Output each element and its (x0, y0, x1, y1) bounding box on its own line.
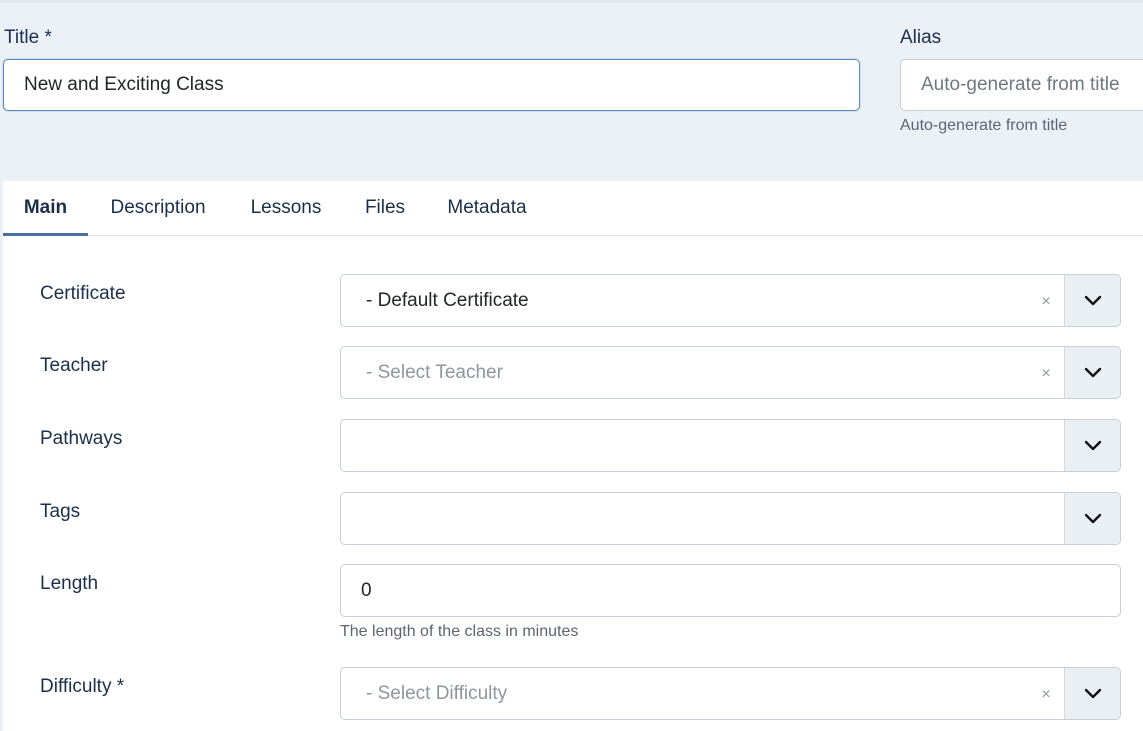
length-input[interactable] (340, 564, 1121, 617)
tab-metadata[interactable]: Metadata (439, 181, 535, 236)
tab-description[interactable]: Description (99, 181, 217, 236)
tags-select[interactable] (340, 492, 1121, 545)
dropdown-toggle[interactable] (1064, 668, 1120, 719)
clear-icon[interactable]: × (1036, 275, 1056, 326)
alias-input[interactable] (900, 59, 1143, 111)
tab-bar: Main Description Lessons Files Metadata (3, 181, 1143, 236)
pathways-select[interactable] (340, 419, 1121, 472)
top-strip (0, 0, 1143, 3)
dropdown-toggle[interactable] (1064, 275, 1120, 326)
pathways-label: Pathways (40, 428, 123, 449)
tab-lessons[interactable]: Lessons (241, 181, 331, 236)
certificate-label: Certificate (40, 283, 126, 304)
difficulty-placeholder: - Select Difficulty (366, 683, 508, 704)
form-panel: Main Description Lessons Files Metadata … (3, 181, 1143, 731)
teacher-label: Teacher (40, 355, 108, 376)
dropdown-toggle[interactable] (1064, 493, 1120, 544)
length-help-text: The length of the class in minutes (340, 623, 579, 640)
tags-label: Tags (40, 501, 81, 522)
certificate-select[interactable]: - Default Certificate × (340, 274, 1121, 327)
chevron-down-icon (1084, 367, 1102, 378)
clear-icon[interactable]: × (1036, 668, 1056, 719)
chevron-down-icon (1084, 688, 1102, 699)
tab-main[interactable]: Main (3, 181, 88, 236)
alias-help-text: Auto-generate from title (900, 117, 1068, 134)
chevron-down-icon (1084, 295, 1102, 306)
chevron-down-icon (1084, 440, 1102, 451)
tab-files[interactable]: Files (358, 181, 412, 236)
difficulty-label: Difficulty * (40, 676, 125, 697)
title-label: Title * (4, 27, 52, 48)
title-input[interactable] (3, 59, 860, 111)
chevron-down-icon (1084, 513, 1102, 524)
alias-label: Alias (900, 27, 942, 48)
length-label: Length (40, 573, 99, 594)
teacher-placeholder: - Select Teacher (366, 362, 503, 383)
certificate-selected-value: - Default Certificate (366, 290, 529, 311)
clear-icon[interactable]: × (1036, 347, 1056, 398)
teacher-select[interactable]: - Select Teacher × (340, 346, 1121, 399)
difficulty-select[interactable]: - Select Difficulty × (340, 667, 1121, 720)
dropdown-toggle[interactable] (1064, 347, 1120, 398)
dropdown-toggle[interactable] (1064, 420, 1120, 471)
